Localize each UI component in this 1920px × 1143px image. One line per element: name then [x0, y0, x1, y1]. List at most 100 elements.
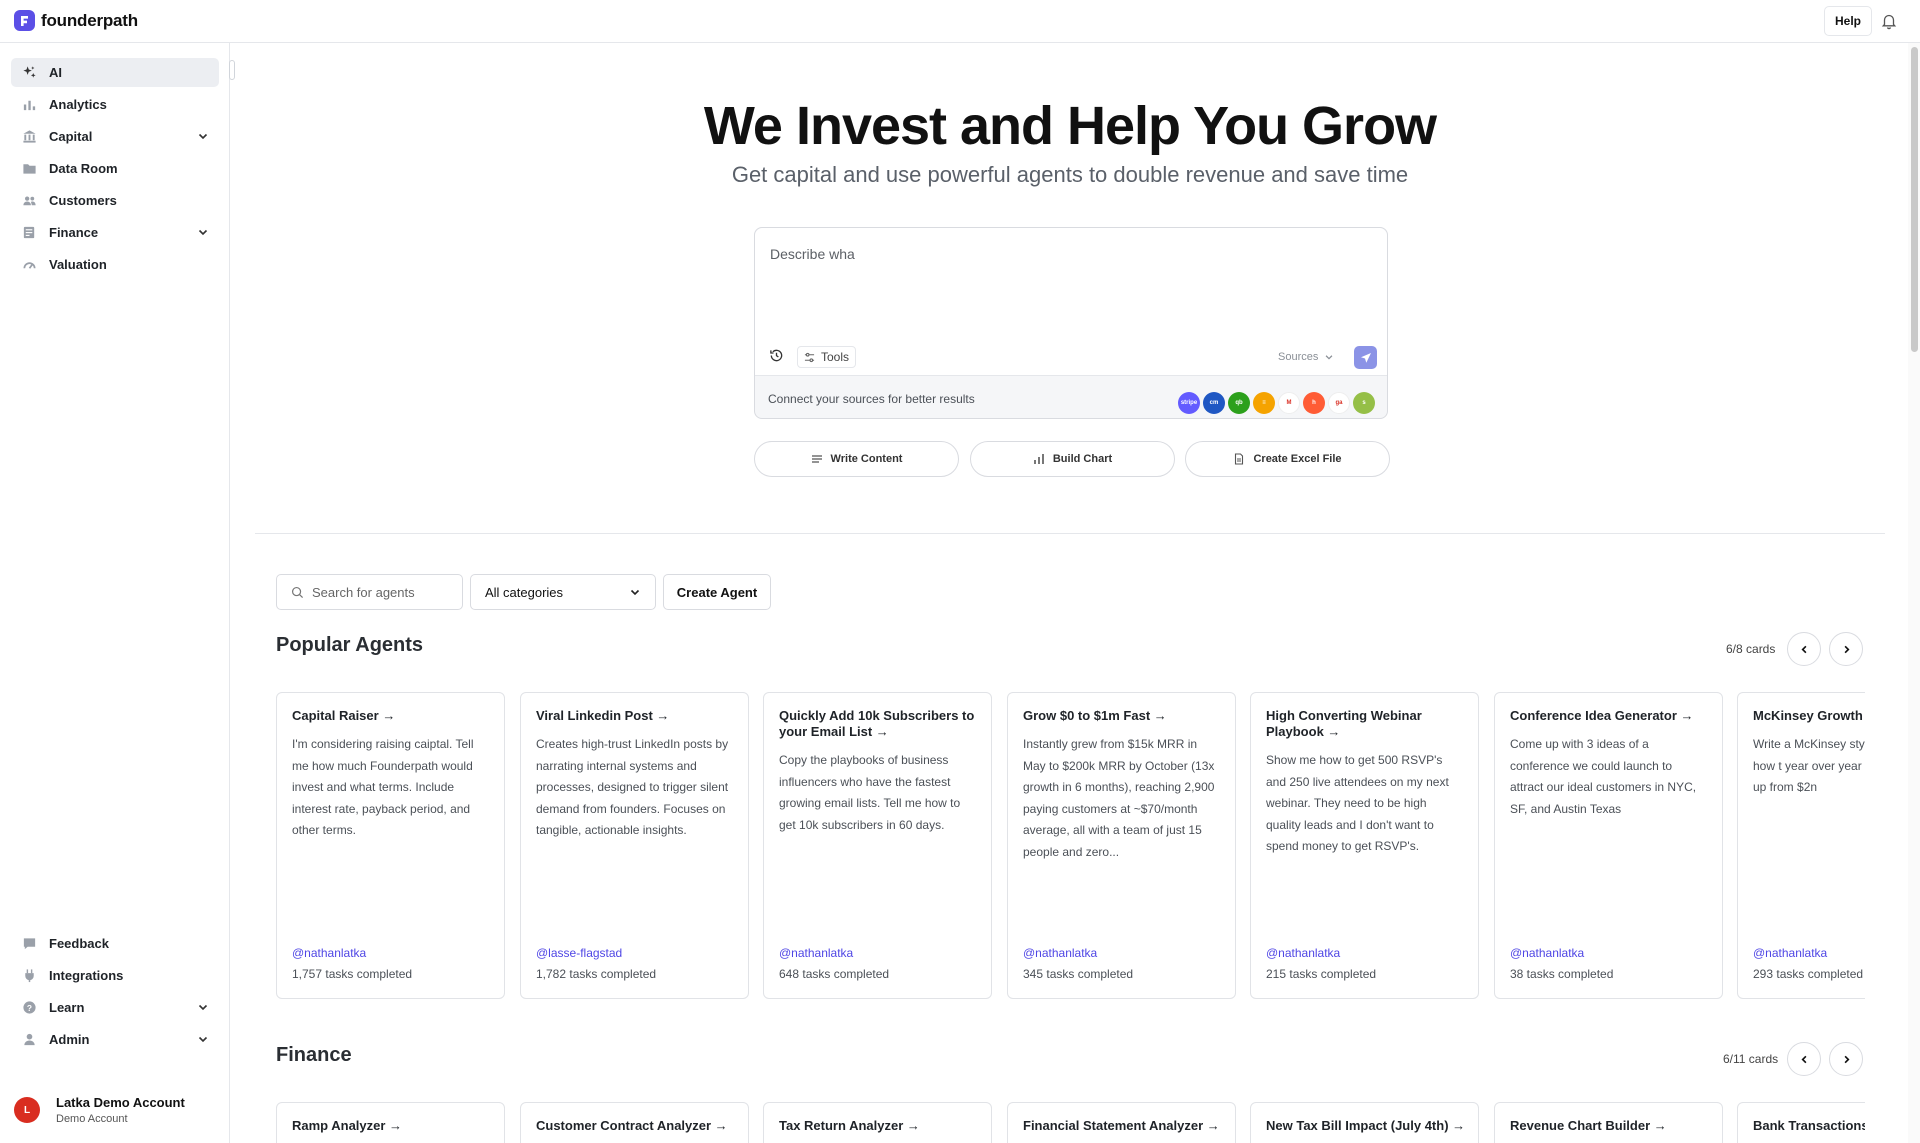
agent-card-author[interactable]: @nathanlatka: [1510, 946, 1584, 960]
agent-card[interactable]: Capital Raiser → I'm considering raising …: [276, 692, 505, 999]
agent-card-tasks: 38 tasks completed: [1510, 967, 1614, 981]
category-select[interactable]: All categories: [470, 574, 656, 610]
agent-card[interactable]: McKinsey Growth F Write a McKinsey sty th…: [1737, 692, 1865, 999]
source-icons[interactable]: stripe cm qb ≡ Mh ga s: [1178, 392, 1375, 414]
chevron-right-icon: [1844, 1055, 1850, 1063]
quick-action-label: Build Chart: [1052, 453, 1113, 465]
sidebar-item-label: Integrations: [49, 968, 124, 983]
prompt-input-text[interactable]: Describe wha: [770, 246, 855, 262]
agent-card[interactable]: Customer Contract Analyzer →: [520, 1102, 749, 1143]
help-button[interactable]: Help: [1824, 6, 1872, 36]
chevron-left-icon: [1800, 1055, 1806, 1063]
agent-card-description: Instantly grew from $15k MRR in May to $…: [1023, 737, 1215, 859]
prev-page-button[interactable]: [1787, 632, 1821, 666]
agent-card[interactable]: Quickly Add 10k Subscribers to your Emai…: [763, 692, 992, 999]
agent-card[interactable]: Bank Transactions: [1737, 1102, 1865, 1143]
sidebar-item-ai[interactable]: AI: [11, 58, 219, 87]
ledger-icon: [21, 225, 37, 241]
svg-text:?: ?: [26, 1003, 31, 1013]
sidebar-collapse-handle[interactable]: [229, 60, 235, 80]
chevron-down-icon[interactable]: [197, 1001, 209, 1013]
agent-card-title: McKinsey Growth F: [1753, 708, 1865, 723]
agent-card[interactable]: Financial Statement Analyzer →: [1007, 1102, 1236, 1143]
sidebar-item-integrations[interactable]: Integrations: [11, 961, 219, 990]
sidebar-item-admin[interactable]: Admin: [11, 1025, 219, 1054]
sparkle-icon: [21, 65, 37, 81]
search-icon: [291, 586, 304, 598]
send-button[interactable]: [1354, 346, 1377, 369]
create-agent-button[interactable]: Create Agent: [663, 574, 771, 610]
account-name: Latka Demo Account: [56, 1095, 185, 1110]
prompt-input[interactable]: Describe wha Tools Sources: [755, 228, 1387, 376]
cards-count: 6/11 cards: [1723, 1052, 1779, 1066]
agent-card-description: Copy the playbooks of business influence…: [779, 753, 961, 832]
chevron-right-icon: [1844, 645, 1850, 653]
sidebar-item-label: Customers: [49, 193, 117, 208]
agent-card-author[interactable]: @nathanlatka: [292, 946, 366, 960]
app-logo[interactable]: founderpath: [14, 10, 138, 31]
gmail-icon[interactable]: M: [1278, 392, 1300, 414]
plug-icon: [21, 968, 37, 984]
agent-card-tasks: 1,782 tasks completed: [536, 967, 657, 981]
sources-dropdown[interactable]: Sources: [1278, 351, 1334, 363]
quickbooks-icon[interactable]: qb: [1228, 392, 1250, 414]
chartmogul-icon[interactable]: cm: [1203, 392, 1225, 414]
prev-page-button[interactable]: [1787, 1042, 1821, 1076]
write-content-button[interactable]: Write Content: [754, 441, 959, 477]
agent-search[interactable]: [276, 574, 463, 610]
chevron-down-icon[interactable]: [197, 1033, 209, 1045]
create-excel-file-button[interactable]: Create Excel File: [1185, 441, 1390, 477]
agent-card[interactable]: Tax Return Analyzer →: [763, 1102, 992, 1143]
sidebar-item-label: Feedback: [49, 936, 109, 951]
google-analytics-icon[interactable]: ga: [1328, 392, 1350, 414]
sidebar-item-valuation[interactable]: Valuation: [11, 250, 219, 279]
chevron-down-icon[interactable]: [197, 226, 209, 238]
sidebar-item-finance[interactable]: Finance: [11, 218, 219, 247]
sidebar-item-capital[interactable]: Capital: [11, 122, 219, 151]
stripe-icon[interactable]: stripe: [1178, 392, 1200, 414]
next-page-button[interactable]: [1829, 632, 1863, 666]
sidebar-item-data-room[interactable]: Data Room: [11, 154, 219, 183]
agent-card-author[interactable]: @nathanlatka: [779, 946, 853, 960]
sidebar-item-learn[interactable]: ? Learn: [11, 993, 219, 1022]
agent-card[interactable]: Revenue Chart Builder →: [1494, 1102, 1723, 1143]
question-icon: ?: [21, 1000, 37, 1016]
agent-card-author[interactable]: @lasse-flagstad: [536, 946, 622, 960]
agent-card[interactable]: Conference Idea Generator → Come up with …: [1494, 692, 1723, 999]
sidebar-item-customers[interactable]: Customers: [11, 186, 219, 215]
chevron-down-icon: [1326, 355, 1333, 360]
scrollbar-thumb[interactable]: [1911, 47, 1918, 352]
finance-agents-row: Ramp Analyzer → Customer Contract Analyze…: [276, 1102, 1865, 1143]
account-switcher[interactable]: L Latka Demo Account Demo Account: [14, 1095, 185, 1125]
agent-card-author[interactable]: @nathanlatka: [1753, 946, 1827, 960]
agent-card-author[interactable]: @nathanlatka: [1266, 946, 1340, 960]
connect-sources-text: Connect your sources for better results: [768, 392, 975, 406]
agent-card[interactable]: Viral Linkedin Post → Creates high-trust …: [520, 692, 749, 999]
build-chart-button[interactable]: Build Chart: [970, 441, 1175, 477]
sidebar-item-label: Data Room: [49, 161, 118, 176]
next-page-button[interactable]: [1829, 1042, 1863, 1076]
sidebar-item-feedback[interactable]: Feedback: [11, 929, 219, 958]
history-icon[interactable]: [769, 348, 784, 363]
chevron-down-icon[interactable]: [197, 130, 209, 142]
baremetrics-icon[interactable]: ≡: [1253, 392, 1275, 414]
agent-card-title: Bank Transactions: [1753, 1118, 1865, 1133]
agent-card[interactable]: New Tax Bill Impact (July 4th) →: [1250, 1102, 1479, 1143]
avatar: L: [14, 1097, 40, 1123]
shopify-icon[interactable]: s: [1353, 392, 1375, 414]
agent-card[interactable]: Ramp Analyzer →: [276, 1102, 505, 1143]
agent-card-title: Conference Idea Generator →: [1510, 708, 1694, 723]
sidebar-item-analytics[interactable]: Analytics: [11, 90, 219, 119]
tools-button[interactable]: Tools: [797, 346, 857, 368]
bank-icon: [21, 129, 37, 145]
bell-icon[interactable]: [1880, 12, 1898, 30]
agent-card[interactable]: High Converting Webinar Playbook → Show m…: [1250, 692, 1479, 999]
agent-card-title: Revenue Chart Builder →: [1510, 1118, 1667, 1133]
agent-card[interactable]: Grow $0 to $1m Fast → Instantly grew from…: [1007, 692, 1236, 999]
hubspot-icon[interactable]: h: [1303, 392, 1325, 414]
search-input[interactable]: [312, 584, 452, 600]
agent-card-author[interactable]: @nathanlatka: [1023, 946, 1097, 960]
section-title-finance: Finance: [276, 1044, 352, 1066]
agent-card-title: High Converting Webinar Playbook →: [1266, 708, 1422, 739]
sources-label: Sources: [1278, 351, 1319, 363]
